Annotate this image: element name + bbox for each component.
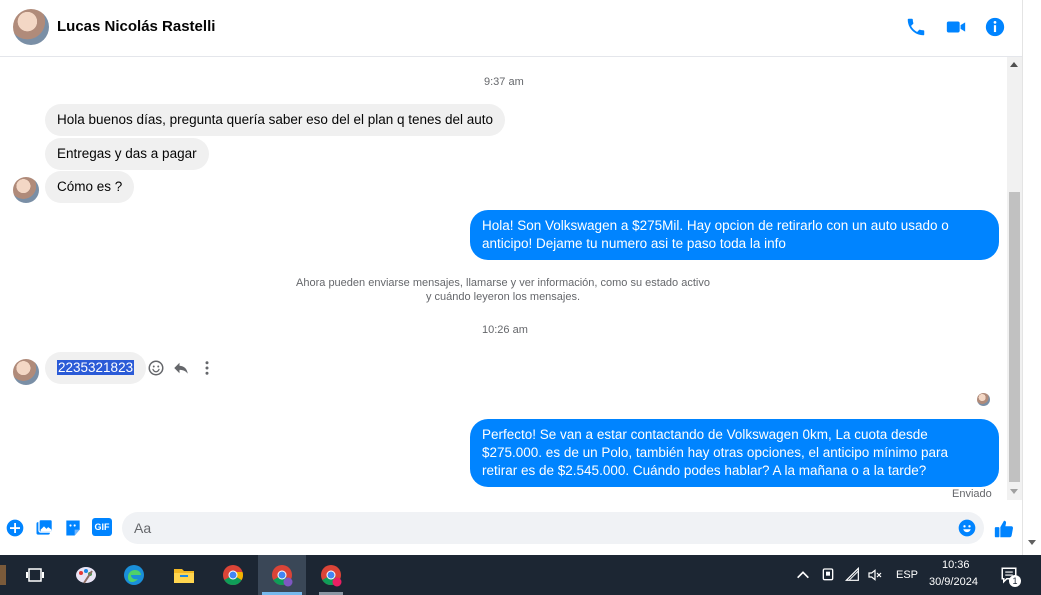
message-composer: GIF	[0, 506, 1022, 554]
sender-avatar[interactable]	[13, 177, 39, 203]
chat-header: Lucas Nicolás Rastelli	[0, 0, 1022, 57]
chrome-icon[interactable]	[221, 563, 245, 587]
plus-icon[interactable]	[5, 518, 25, 538]
image-icon[interactable]	[34, 518, 54, 538]
wifi-icon[interactable]	[845, 567, 861, 583]
incoming-message[interactable]: Hola buenos días, pregunta quería saber …	[45, 104, 506, 136]
selected-phone-number[interactable]: 2235321823	[57, 360, 135, 375]
clock-date[interactable]: 30/9/2024	[929, 576, 978, 588]
edge-browser-icon[interactable]	[122, 563, 146, 587]
paint-app-icon[interactable]	[74, 563, 98, 587]
volume-muted-icon[interactable]	[867, 567, 883, 583]
chevron-up-icon[interactable]	[795, 567, 811, 583]
video-icon[interactable]	[945, 16, 967, 38]
windows-taskbar: ESP 10:36 30/9/2024 1	[0, 555, 1041, 595]
react-emoji-icon[interactable]	[147, 359, 165, 377]
file-explorer-icon[interactable]	[172, 563, 196, 587]
phone-icon[interactable]	[905, 16, 927, 38]
scroll-down-arrow[interactable]	[1010, 489, 1018, 494]
system-notice: Ahora pueden enviarse mensajes, llamarse…	[296, 277, 710, 303]
outgoing-message[interactable]: Hola! Son Volkswagen a $275Mil. Hay opci…	[470, 210, 999, 260]
contact-avatar[interactable]	[13, 9, 49, 45]
info-icon[interactable]	[984, 16, 1006, 38]
language-indicator[interactable]: ESP	[896, 569, 918, 581]
contact-name[interactable]: Lucas Nicolás Rastelli	[57, 18, 215, 35]
like-icon[interactable]	[993, 518, 1015, 540]
sticker-icon[interactable]	[63, 518, 83, 538]
chat-scrollbar[interactable]	[1007, 57, 1022, 500]
more-options-icon[interactable]	[198, 359, 216, 377]
page-scroll-down-arrow[interactable]	[1028, 540, 1036, 545]
notification-badge: 1	[1009, 575, 1021, 587]
reply-icon[interactable]	[172, 359, 190, 377]
incoming-message[interactable]: Entregas y das a pagar	[45, 138, 209, 170]
timestamp: 10:26 am	[482, 324, 528, 336]
meet-now-icon[interactable]	[820, 567, 836, 583]
taskbar-edge-app[interactable]	[0, 565, 6, 585]
gif-icon[interactable]: GIF	[92, 518, 112, 536]
sent-status: Enviado	[952, 488, 992, 500]
incoming-message[interactable]: 2235321823	[45, 352, 147, 384]
message-thread: 9:37 am Hola buenos días, pregunta querí…	[0, 57, 1007, 505]
outgoing-message[interactable]: Perfecto! Se van a estar contactando de …	[470, 419, 999, 487]
emoji-icon[interactable]	[957, 518, 977, 538]
seen-indicator-avatar	[977, 393, 990, 406]
scroll-up-arrow[interactable]	[1010, 62, 1018, 67]
incoming-message[interactable]: Cómo es ?	[45, 171, 135, 203]
scroll-thumb[interactable]	[1009, 192, 1020, 482]
sender-avatar[interactable]	[13, 359, 39, 385]
task-view-icon[interactable]	[24, 563, 48, 587]
chrome-profile-c-icon[interactable]	[319, 563, 343, 587]
timestamp: 9:37 am	[484, 76, 524, 88]
page-scrollbar[interactable]	[1022, 0, 1041, 555]
clock-time[interactable]: 10:36	[942, 559, 970, 571]
chrome-profile-icon[interactable]	[270, 563, 294, 587]
message-input[interactable]	[122, 512, 984, 544]
